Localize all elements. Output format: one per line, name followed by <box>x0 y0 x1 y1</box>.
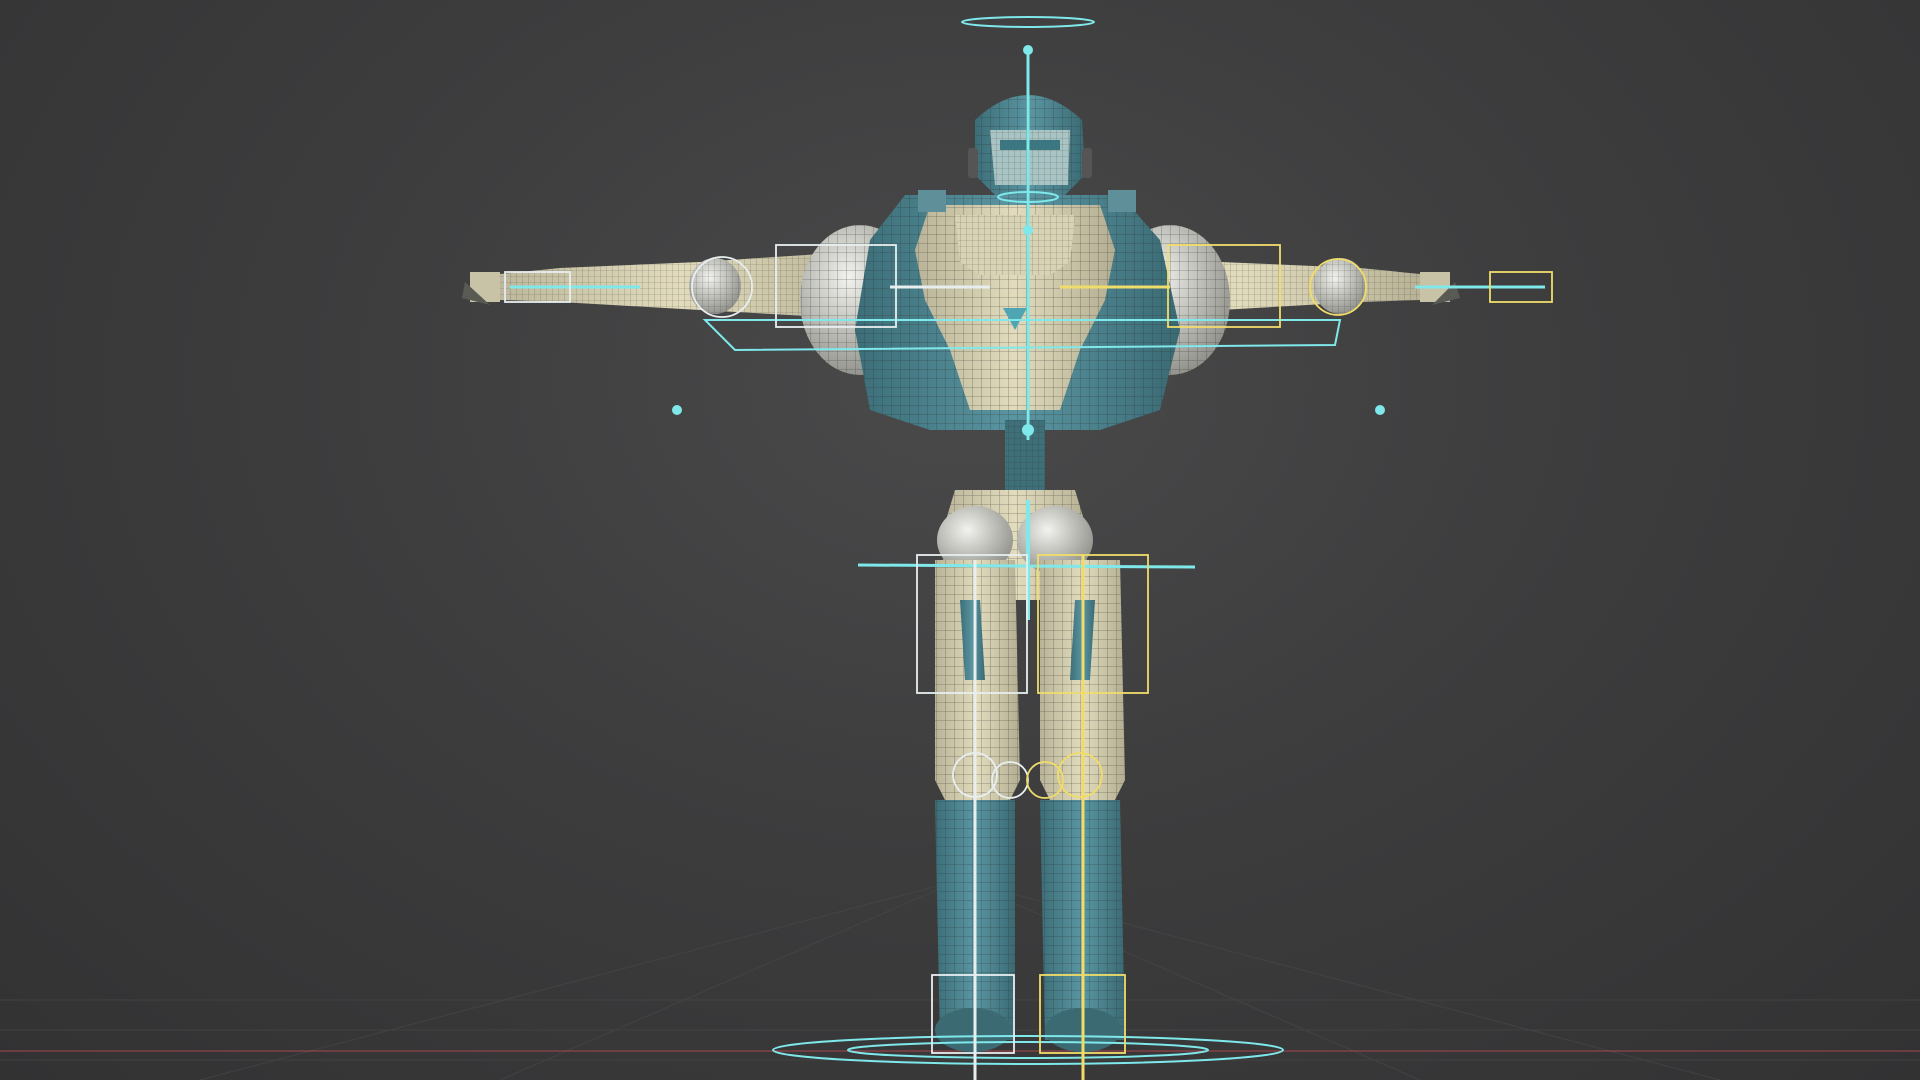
head <box>968 95 1092 195</box>
torso <box>855 190 1180 430</box>
rig-controls-cyan[interactable] <box>510 16 1545 1065</box>
viewport-canvas[interactable] <box>0 0 1920 1080</box>
left-leg <box>935 560 1020 1052</box>
3d-viewport[interactable] <box>0 0 1920 1080</box>
